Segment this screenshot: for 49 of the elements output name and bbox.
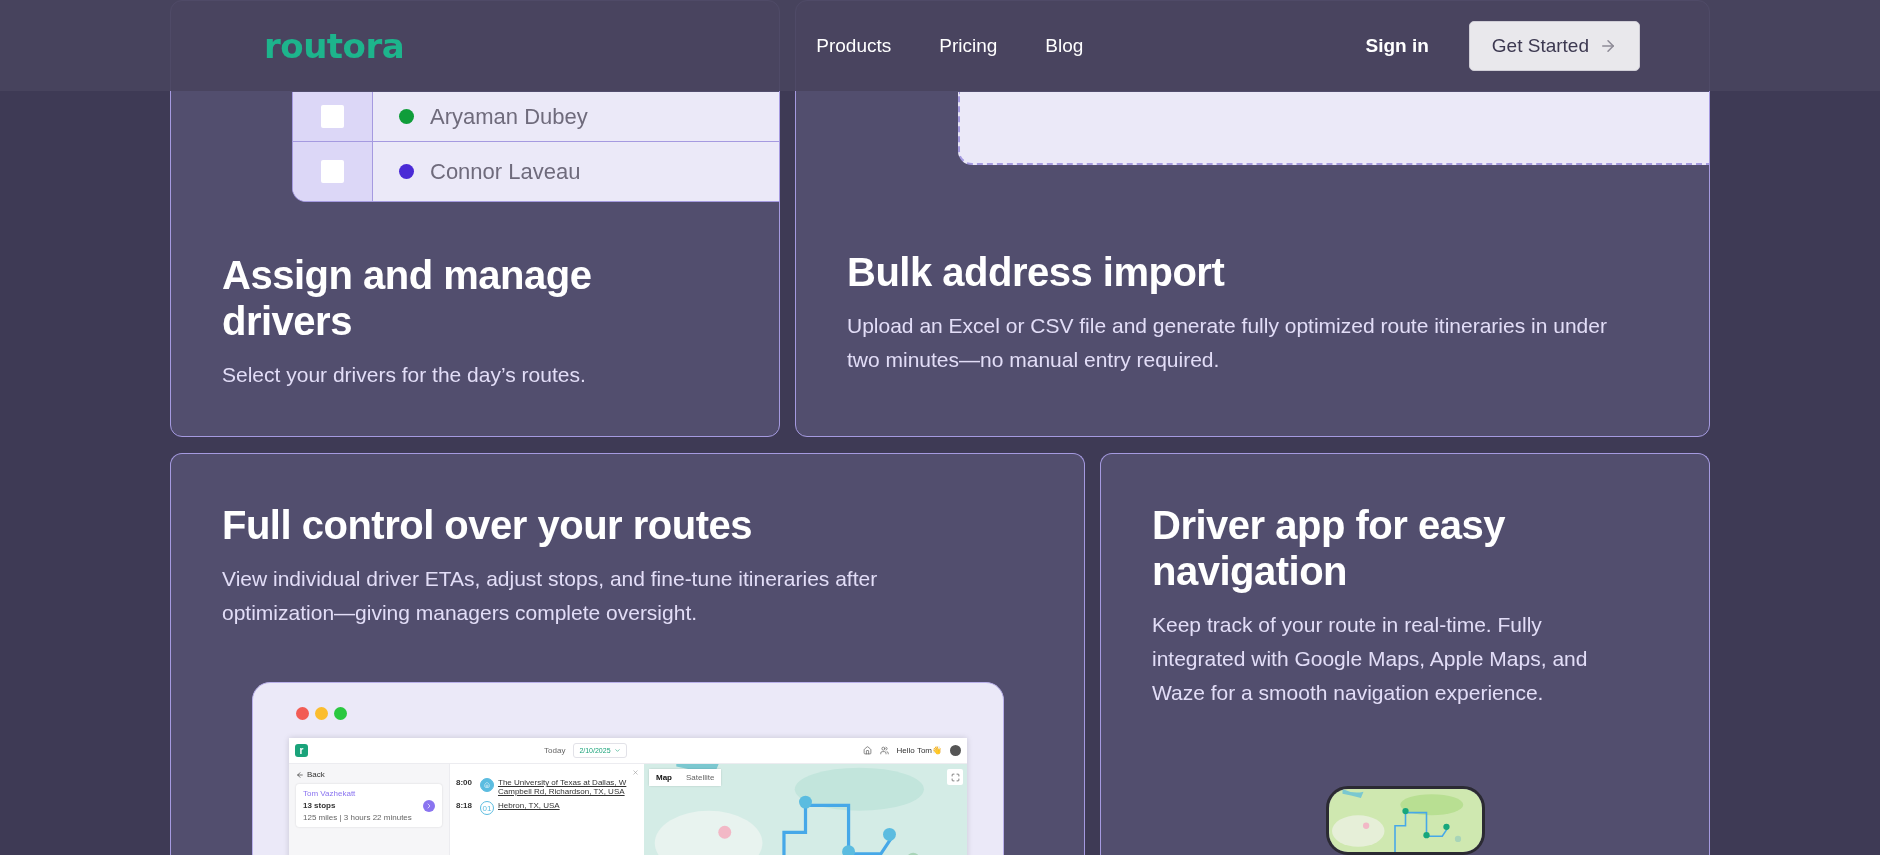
back-link[interactable]: Back bbox=[296, 770, 442, 779]
nav-link[interactable]: Blog bbox=[1045, 34, 1084, 57]
checkbox[interactable] bbox=[321, 160, 344, 183]
upload-dropzone[interactable] bbox=[958, 92, 1709, 165]
avatar[interactable] bbox=[950, 745, 961, 756]
stop-address[interactable]: The University of Texas at Dallas, W Campbell Rd, Richardson, TX, USA bbox=[498, 778, 638, 796]
stop-count: 13 stops bbox=[303, 801, 337, 810]
feature-title: Full control over your routes bbox=[222, 502, 753, 548]
app-logo: r bbox=[295, 744, 308, 757]
driver-card[interactable]: Tom Vazhekatt 13 stops 125 miles | 3 hours 22 minutes bbox=[296, 784, 442, 827]
home-icon bbox=[480, 778, 494, 792]
feature-title: Assign and manage drivers bbox=[222, 252, 593, 344]
arrow-left-icon bbox=[296, 770, 304, 779]
greeting: Hello Tom👋 bbox=[896, 746, 942, 755]
checkbox[interactable] bbox=[321, 105, 344, 128]
nav-link[interactable]: Products bbox=[816, 34, 892, 57]
minimize-dot bbox=[315, 707, 328, 720]
today-label: Today bbox=[544, 746, 566, 755]
stop-time: 8:18 bbox=[456, 801, 473, 810]
route-summary: 125 miles | 3 hours 22 minutes bbox=[303, 813, 413, 822]
map-tab[interactable]: Satellite bbox=[679, 769, 722, 786]
sign-in-link[interactable]: Sign in bbox=[1365, 34, 1429, 57]
stop-address[interactable]: Hebron, TX, USA bbox=[498, 801, 638, 810]
feature-description: Keep track of your route in real-time. Fully integrated with Google Maps, Apple Maps, and Waze for a smooth navigation experience. bbox=[1152, 612, 1589, 706]
home-icon[interactable] bbox=[862, 746, 872, 755]
map-tab[interactable]: Map bbox=[649, 769, 679, 786]
get-started-button[interactable]: Get Started bbox=[1468, 20, 1640, 71]
driver-name: Aryaman Dubey bbox=[430, 103, 588, 130]
close-button[interactable] bbox=[632, 769, 639, 776]
fullscreen-button[interactable] bbox=[947, 769, 963, 785]
feature-description: Upload an Excel or CSV file and generate fully optimized route itineraries in under two minutes—no manual entry required. bbox=[847, 313, 1608, 373]
stop-time: 8:00 bbox=[456, 778, 473, 787]
stop-number: 01 bbox=[480, 801, 494, 815]
expand-icon bbox=[950, 772, 960, 782]
maximize-dot bbox=[334, 707, 347, 720]
users-icon[interactable] bbox=[879, 746, 889, 755]
feature-title: Bulk address import bbox=[847, 249, 1226, 295]
caret-icon bbox=[613, 747, 621, 754]
logo[interactable]: routora bbox=[264, 25, 405, 66]
open-button[interactable] bbox=[423, 799, 435, 812]
driver-name: Tom Vazhekatt bbox=[303, 789, 357, 798]
feature-description: Select your drivers for the day’s routes. bbox=[222, 362, 587, 388]
close-dot bbox=[296, 707, 309, 720]
close-icon bbox=[632, 769, 639, 776]
feature-description: View individual driver ETAs, adjust stops, and fine-tune itineraries after optimization—giving managers complete oversight. bbox=[222, 566, 879, 626]
feature-title: Driver app for easy navigation bbox=[1152, 502, 1506, 594]
chevron-right-icon bbox=[425, 801, 433, 810]
nav-link[interactable]: Pricing bbox=[939, 34, 998, 57]
driver-name: Connor Laveau bbox=[430, 158, 581, 185]
